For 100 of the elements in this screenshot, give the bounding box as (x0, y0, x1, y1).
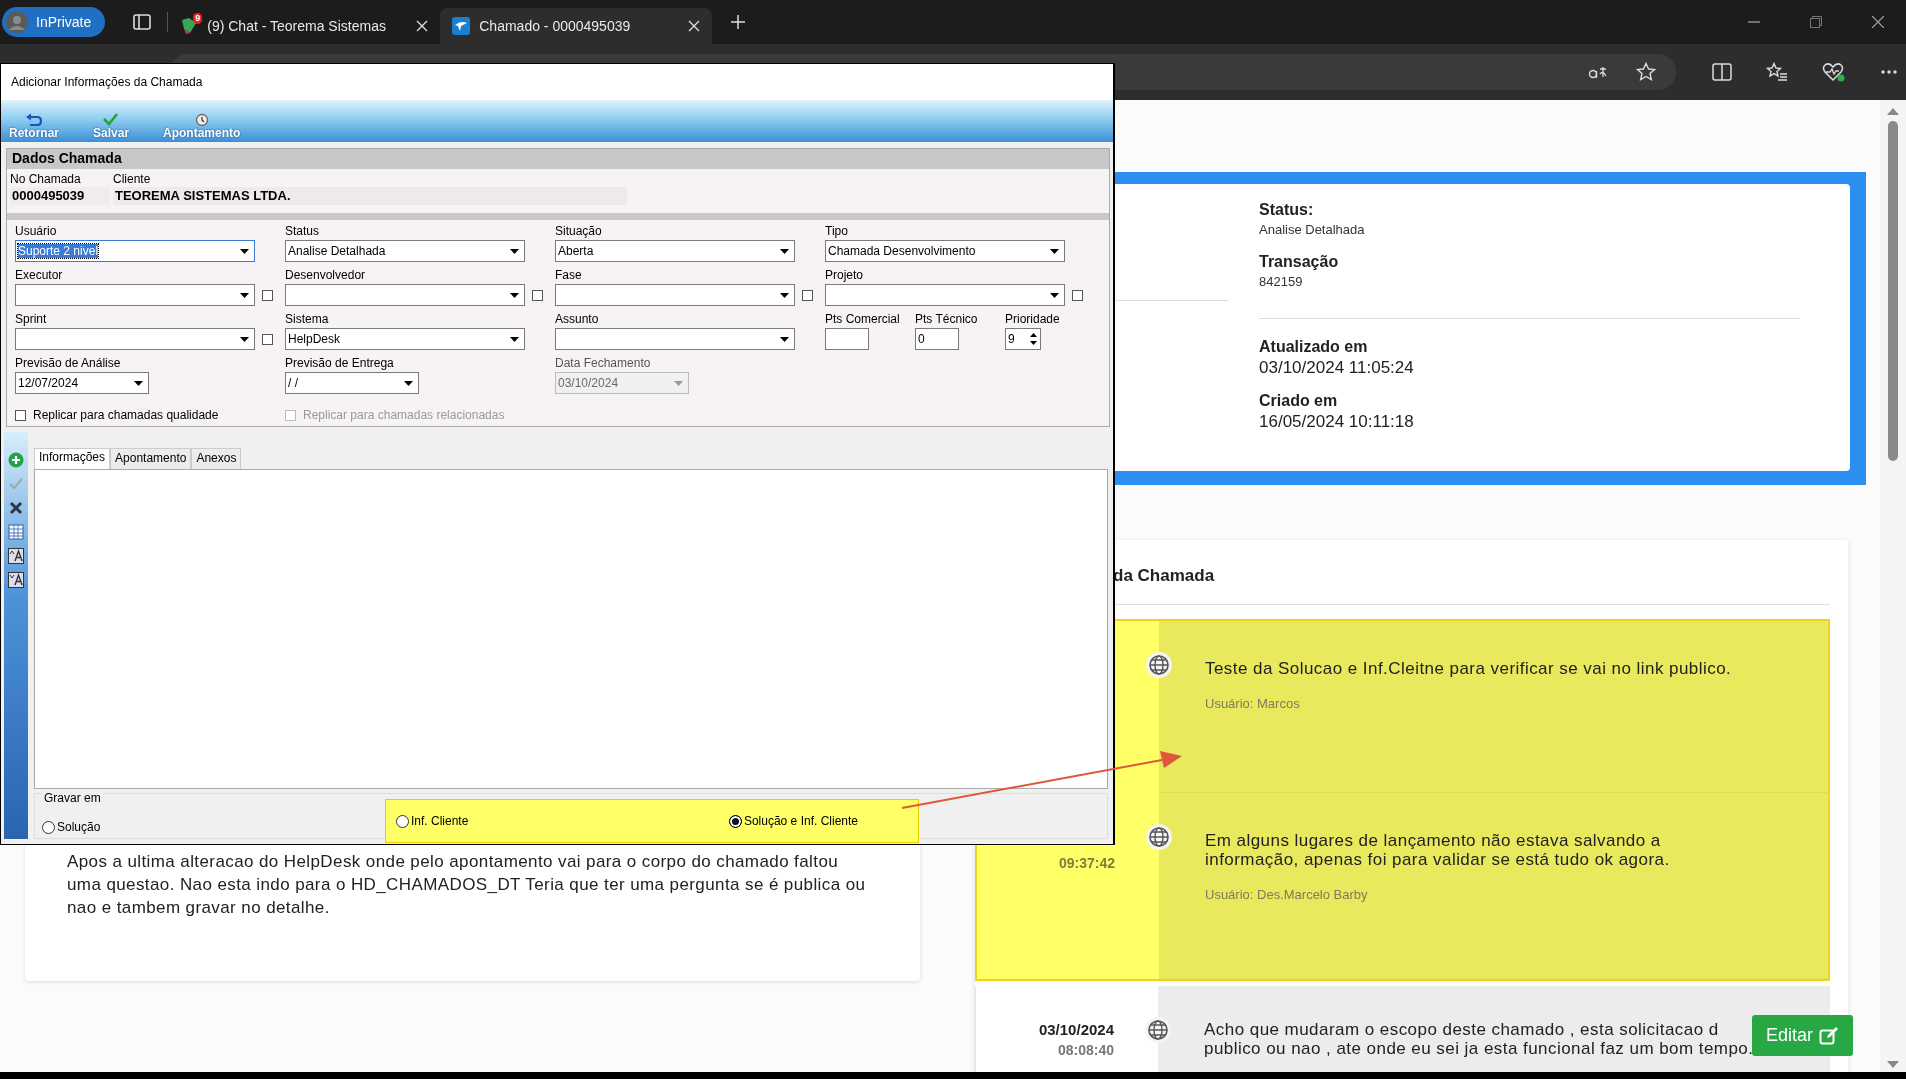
field-label: Assunto (555, 312, 600, 328)
checkbox[interactable] (1072, 289, 1083, 301)
field-label: No Chamada (10, 172, 82, 187)
tab-actions-icon[interactable] (133, 14, 152, 30)
tab[interactable]: Informações (34, 448, 111, 469)
checkbox[interactable] (802, 289, 813, 301)
checkbox-option[interactable]: Replicar para chamadas qualidade (15, 408, 245, 422)
edit-icon (1819, 1025, 1840, 1046)
profile-button[interactable]: InPrivate (2, 7, 106, 37)
spin-box[interactable]: 9 (1005, 328, 1041, 350)
browser-tab[interactable]: Chamado - 0000495039 (440, 8, 713, 44)
entry-user: Usuário: Marcos (1205, 696, 1301, 711)
radio-indicator[interactable] (728, 814, 742, 828)
field-label: Situação (555, 224, 603, 240)
radio-button[interactable]: Solução (42, 820, 385, 834)
dropdown[interactable] (555, 284, 795, 306)
close-icon[interactable] (1872, 16, 1884, 28)
date-picker[interactable]: / / (285, 372, 419, 394)
tab[interactable]: Anexos (191, 448, 242, 469)
scrollbar[interactable] (1880, 100, 1906, 1072)
radio-button[interactable]: Solução e Inf. Cliente (728, 814, 858, 828)
globe-icon (1145, 651, 1173, 679)
app-icon (452, 17, 471, 35)
dropdown[interactable] (15, 328, 255, 350)
font-size-icon[interactable] (8, 572, 24, 588)
date-picker[interactable]: 12/07/2024 (15, 372, 149, 394)
checkbox[interactable] (532, 289, 543, 301)
caret-icon (510, 292, 519, 298)
caret-icon (780, 292, 789, 298)
avatar-icon (6, 11, 28, 33)
field-label: Previsão de Entrega (285, 356, 395, 372)
add-icon[interactable] (8, 452, 24, 468)
input-field[interactable]: 0 (915, 328, 959, 350)
delete-icon[interactable] (8, 500, 24, 516)
field-label: Atualizado em (1259, 337, 1369, 357)
section-header: Dados Chamada (7, 149, 1109, 169)
dropdown[interactable]: HelpDesk (285, 328, 525, 350)
dropdown[interactable]: Chamada Desenvolvimento (825, 240, 1065, 262)
dropdown[interactable]: Suporte 2 nivel (15, 240, 255, 262)
entry-text: publico ou nao , ate onde eu sei ja esta funcional faz um bom tempo. (1204, 1039, 1754, 1058)
field-value: 16/05/2024 10:11:18 (1259, 411, 1415, 433)
field-label: Usuário (15, 224, 58, 240)
restore-icon[interactable] (1810, 16, 1822, 28)
field-label: Sprint (15, 312, 48, 328)
field-label: Pts Comercial (825, 312, 901, 328)
caret-icon (674, 380, 683, 386)
dropdown[interactable] (825, 284, 1065, 306)
checkbox[interactable] (262, 289, 273, 301)
back-arrow-icon (24, 113, 44, 126)
group-label: Gravar em (42, 791, 103, 805)
radio-indicator[interactable] (396, 814, 409, 828)
field-label: Cliente (113, 172, 152, 187)
entry-time: 09:37:42 (1057, 854, 1115, 873)
caret-icon (240, 248, 249, 254)
description-text: Apos a ultima alteracao do HelpDesk onde pelo apontamento vai para o corpo do chamado faltou uma questao. Nao esta indo para o HD_CHAMADOS_DT Teria que ter uma pergunta se é publica ou nao e tambem gravar no detalhe. (67, 851, 867, 919)
field-label: Projeto (825, 268, 865, 284)
field-label: Desenvolvedor (285, 268, 367, 284)
caret-icon (134, 380, 143, 386)
browser-tab[interactable]: 9 (9) Chat - Teorema Sistemas (168, 8, 441, 44)
globe-icon (1145, 823, 1173, 851)
field-label: Pts Técnico (915, 312, 979, 328)
input-field[interactable] (825, 328, 869, 350)
field-value: Analise Detalhada (1259, 221, 1366, 239)
radio-indicator[interactable] (42, 820, 55, 834)
entry-text: informação, apenas foi para validar se está tudo ok agora. (1205, 850, 1670, 869)
caret-icon (780, 336, 789, 342)
star-icon[interactable] (1636, 62, 1656, 82)
dropdown[interactable] (555, 328, 795, 350)
radio-button[interactable]: Inf. Cliente (396, 814, 469, 828)
caret-icon (1050, 248, 1059, 254)
field-label: Tipo (825, 224, 849, 240)
field-label: Prioridade (1005, 312, 1061, 328)
dropdown[interactable] (15, 284, 255, 306)
caret-icon (1050, 292, 1059, 298)
entry-text: Em alguns lugares de lançamento não estava salvando a (1205, 831, 1661, 850)
heart-icon[interactable] (1822, 62, 1846, 82)
window-title: Adicionar Informações da Chamada (1, 64, 1113, 100)
field-value: 03/10/2024 11:05:24 (1259, 357, 1415, 379)
field-label: Data Fechamento (555, 356, 652, 372)
new-tab-icon[interactable] (730, 14, 747, 30)
dropdown[interactable]: Analise Detalhada (285, 240, 525, 262)
dropdown[interactable] (285, 284, 525, 306)
field-label: Criado em (1259, 391, 1339, 411)
field-label: Fase (555, 268, 583, 284)
field-value: 842159 (1259, 273, 1304, 291)
entry-text: Teste da Solucao e Inf.Cleitne para verificar se vai no link publico. (1205, 659, 1732, 678)
more-icon[interactable] (1880, 69, 1898, 75)
font-size-icon[interactable] (8, 548, 24, 564)
entry-date: 03/10/2024 (1037, 1020, 1114, 1040)
spin-arrows-icon (1030, 333, 1037, 345)
favorites-icon[interactable] (1766, 62, 1788, 82)
checkbox[interactable] (262, 333, 273, 345)
caret-icon (240, 292, 249, 298)
field-label: Executor (15, 268, 64, 284)
caret-icon (240, 336, 249, 342)
caret-icon (404, 380, 413, 386)
split-screen-icon[interactable] (1712, 63, 1732, 81)
table-icon[interactable] (8, 524, 24, 540)
tab[interactable]: Apontamento (110, 448, 192, 469)
dropdown[interactable]: Aberta (555, 240, 795, 262)
